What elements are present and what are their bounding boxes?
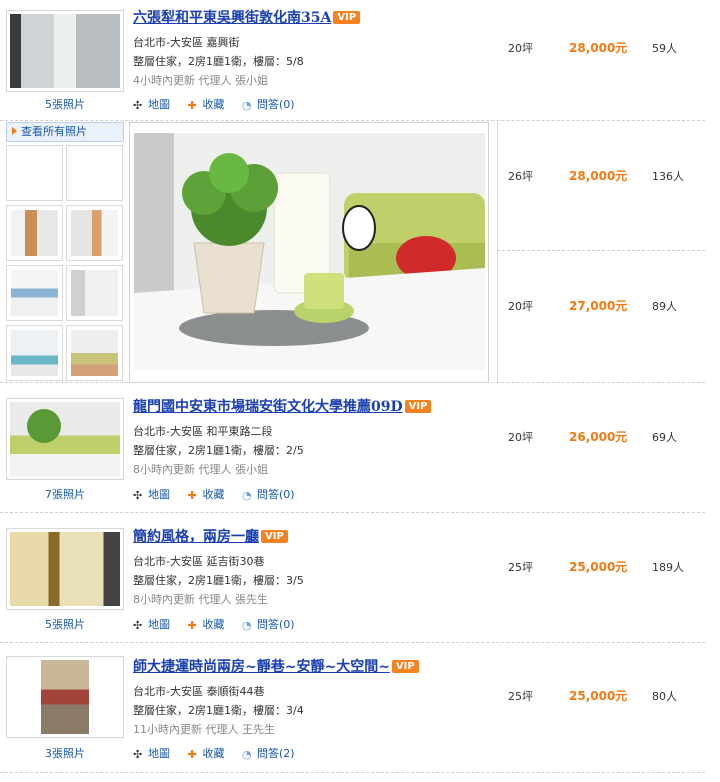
qa-link[interactable]: ◔ 問答(0) bbox=[242, 96, 295, 112]
listing-title-link[interactable]: 師大捷運時尚兩房~靜巷~安靜~大空間~ VIP bbox=[133, 656, 419, 676]
vip-badge: VIP bbox=[333, 11, 361, 24]
vip-badge: VIP bbox=[404, 400, 432, 413]
row-divider bbox=[0, 382, 705, 383]
row-divider bbox=[0, 120, 705, 121]
listing-thumbnail[interactable] bbox=[6, 398, 124, 480]
listing-size: 20坪 bbox=[508, 42, 533, 55]
listing-address: 台北市-大安區 延吉街30巷 bbox=[133, 555, 265, 568]
listing-row: 3張照片 師大捷運時尚兩房~靜巷~安靜~大空間~ VIP 台北市-大安區 泰順街4… bbox=[0, 650, 720, 775]
favorite-link[interactable]: ✚ 收藏 bbox=[188, 616, 225, 632]
chat-bubble-icon: ◔ bbox=[242, 99, 252, 112]
row-divider bbox=[0, 512, 705, 513]
listing-price: 25,000元 bbox=[569, 689, 628, 703]
row-divider bbox=[0, 642, 705, 643]
map-link[interactable]: ✣ 地圖 bbox=[133, 616, 170, 632]
listing-meta: 4小時內更新 代理人 張小姐 bbox=[133, 74, 268, 87]
listing-details: 整層住家，2房1廳1衛，樓層：3/4 bbox=[133, 704, 304, 717]
listing-title-link[interactable]: 龍門國中安東市場瑞安街文化大學推薦09D VIP bbox=[133, 396, 432, 416]
listing-size: 20坪 bbox=[508, 431, 533, 444]
listing-price: 27,000元 bbox=[569, 299, 628, 313]
chat-bubble-icon: ◔ bbox=[242, 748, 252, 761]
listing-row: 7張照片 龍門國中安東市場瑞安街文化大學推薦09D VIP 台北市-大安區 和平東… bbox=[0, 390, 720, 510]
map-pin-icon: ✣ bbox=[133, 748, 143, 761]
listing-views: 189人 bbox=[652, 561, 684, 574]
listing-title-link[interactable]: 簡約風格，兩房一廳 VIP bbox=[133, 526, 288, 546]
row-divider bbox=[497, 250, 705, 251]
row-divider bbox=[0, 772, 705, 773]
vip-badge: VIP bbox=[391, 660, 419, 673]
chat-bubble-icon: ◔ bbox=[242, 619, 252, 632]
favorite-icon: ✚ bbox=[187, 99, 197, 112]
photo-count-link[interactable]: 5張照片 bbox=[6, 616, 124, 632]
favorite-link[interactable]: ✚ 收藏 bbox=[188, 745, 225, 761]
listing-size: 26坪 bbox=[508, 170, 533, 183]
listing-price: 25,000元 bbox=[569, 560, 628, 574]
vip-badge: VIP bbox=[261, 530, 288, 543]
photo-count-link[interactable]: 3張照片 bbox=[6, 745, 124, 761]
listing-views: 80人 bbox=[652, 690, 677, 703]
favorite-icon: ✚ bbox=[187, 619, 197, 632]
listing-address: 台北市-大安區 和平東路二段 bbox=[133, 425, 273, 438]
listing-thumbnail[interactable] bbox=[6, 656, 124, 738]
favorite-icon: ✚ bbox=[187, 748, 197, 761]
map-pin-icon: ✣ bbox=[133, 489, 143, 502]
listing-address: 台北市-大安區 泰順街44巷 bbox=[133, 685, 265, 698]
photo-count-link[interactable]: 5張照片 bbox=[6, 96, 124, 112]
listing-size: 25坪 bbox=[508, 561, 533, 574]
listing-actions: ✣ 地圖 ✚ 收藏 ◔ 問答(0) bbox=[133, 486, 309, 502]
listing-size: 20坪 bbox=[508, 300, 533, 313]
favorite-icon: ✚ bbox=[187, 489, 197, 502]
listing-details: 整層住家，2房1廳1衛，樓層：3/5 bbox=[133, 574, 304, 587]
map-pin-icon: ✣ bbox=[133, 619, 143, 632]
listing-price: 28,000元 bbox=[569, 41, 628, 55]
map-pin-icon: ✣ bbox=[133, 99, 143, 112]
listing-thumbnail[interactable] bbox=[6, 528, 124, 610]
listing-address: 台北市-大安區 嘉興街 bbox=[133, 36, 240, 49]
listing-actions: ✣ 地圖 ✚ 收藏 ◔ 問答(0) bbox=[133, 616, 309, 632]
listing-title-link[interactable]: 六張犁和平東吳興街敦化南35A VIP bbox=[133, 7, 361, 27]
listing-price: 28,000元 bbox=[569, 169, 628, 183]
listing-row: 20坪 27,000元 89人 bbox=[0, 252, 720, 378]
listing-actions: ✣ 地圖 ✚ 收藏 ◔ 問答(0) bbox=[133, 96, 309, 112]
map-link[interactable]: ✣ 地圖 bbox=[133, 486, 170, 502]
qa-link[interactable]: ◔ 問答(0) bbox=[242, 486, 295, 502]
listing-row: 5張照片 六張犁和平東吳興街敦化南35A VIP 台北市-大安區 嘉興街 整層住家… bbox=[0, 0, 720, 118]
listing-row: 5張照片 簡約風格，兩房一廳 VIP 台北市-大安區 延吉街30巷 整層住家，2房… bbox=[0, 520, 720, 640]
map-link[interactable]: ✣ 地圖 bbox=[133, 96, 170, 112]
listing-row: 26坪 28,000元 136人 bbox=[0, 122, 720, 248]
favorite-link[interactable]: ✚ 收藏 bbox=[188, 486, 225, 502]
qa-link[interactable]: ◔ 問答(2) bbox=[242, 745, 295, 761]
chat-bubble-icon: ◔ bbox=[242, 489, 252, 502]
listing-size: 25坪 bbox=[508, 690, 533, 703]
favorite-link[interactable]: ✚ 收藏 bbox=[188, 96, 225, 112]
photo-count-link[interactable]: 7張照片 bbox=[6, 486, 124, 502]
qa-link[interactable]: ◔ 問答(0) bbox=[242, 616, 295, 632]
map-link[interactable]: ✣ 地圖 bbox=[133, 745, 170, 761]
listing-views: 89人 bbox=[652, 300, 677, 313]
listing-meta: 8小時內更新 代理人 張小姐 bbox=[133, 463, 268, 476]
listing-meta: 8小時內更新 代理人 張先生 bbox=[133, 593, 268, 606]
listing-actions: ✣ 地圖 ✚ 收藏 ◔ 問答(2) bbox=[133, 745, 309, 761]
listing-views: 59人 bbox=[652, 42, 677, 55]
listing-details: 整層住家，2房1廳1衛，樓層：2/5 bbox=[133, 444, 304, 457]
listing-views: 69人 bbox=[652, 431, 677, 444]
listing-details: 整層住家，2房1廳1衛，樓層：5/8 bbox=[133, 55, 304, 68]
listing-thumbnail[interactable] bbox=[6, 10, 124, 92]
listing-views: 136人 bbox=[652, 170, 684, 183]
listing-meta: 11小時內更新 代理人 王先生 bbox=[133, 723, 275, 736]
listing-price: 26,000元 bbox=[569, 430, 628, 444]
